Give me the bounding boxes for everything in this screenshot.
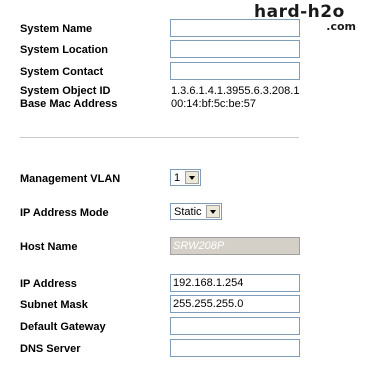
host-name-label: Host Name bbox=[20, 241, 78, 253]
system-location-label: System Location bbox=[20, 44, 109, 56]
system-object-id-label: System Object ID bbox=[20, 85, 111, 97]
ip-address-mode-value: Static bbox=[174, 206, 202, 218]
host-name-input bbox=[170, 237, 300, 255]
system-contact-input[interactable] bbox=[170, 62, 300, 80]
watermark-suffix: .com bbox=[326, 20, 356, 33]
management-vlan-value: 1 bbox=[174, 172, 181, 184]
ip-address-mode-select[interactable]: Static bbox=[170, 203, 222, 220]
system-location-input[interactable] bbox=[170, 40, 300, 58]
section-divider bbox=[20, 137, 299, 138]
management-vlan-select[interactable]: 1 bbox=[170, 169, 201, 186]
subnet-mask-input[interactable] bbox=[170, 295, 300, 313]
ip-address-input[interactable] bbox=[170, 274, 300, 292]
default-gateway-label: Default Gateway bbox=[20, 321, 106, 333]
dns-server-input[interactable] bbox=[170, 339, 300, 357]
system-contact-label: System Contact bbox=[20, 66, 104, 78]
ip-address-mode-label: IP Address Mode bbox=[20, 207, 109, 219]
system-object-id-value: 1.3.6.1.4.1.3955.6.3.208.1 bbox=[171, 85, 300, 97]
subnet-mask-label: Subnet Mask bbox=[20, 299, 88, 311]
base-mac-address-label: Base Mac Address bbox=[20, 98, 118, 110]
ip-address-label: IP Address bbox=[20, 278, 77, 290]
management-vlan-label: Management VLAN bbox=[20, 173, 121, 185]
system-name-label: System Name bbox=[20, 23, 93, 35]
chevron-down-icon[interactable] bbox=[185, 171, 199, 184]
chevron-down-icon[interactable] bbox=[206, 205, 220, 218]
system-name-input[interactable] bbox=[170, 19, 300, 37]
dns-server-label: DNS Server bbox=[20, 343, 81, 355]
base-mac-address-value: 00:14:bf:5c:be:57 bbox=[171, 98, 257, 110]
default-gateway-input[interactable] bbox=[170, 317, 300, 335]
